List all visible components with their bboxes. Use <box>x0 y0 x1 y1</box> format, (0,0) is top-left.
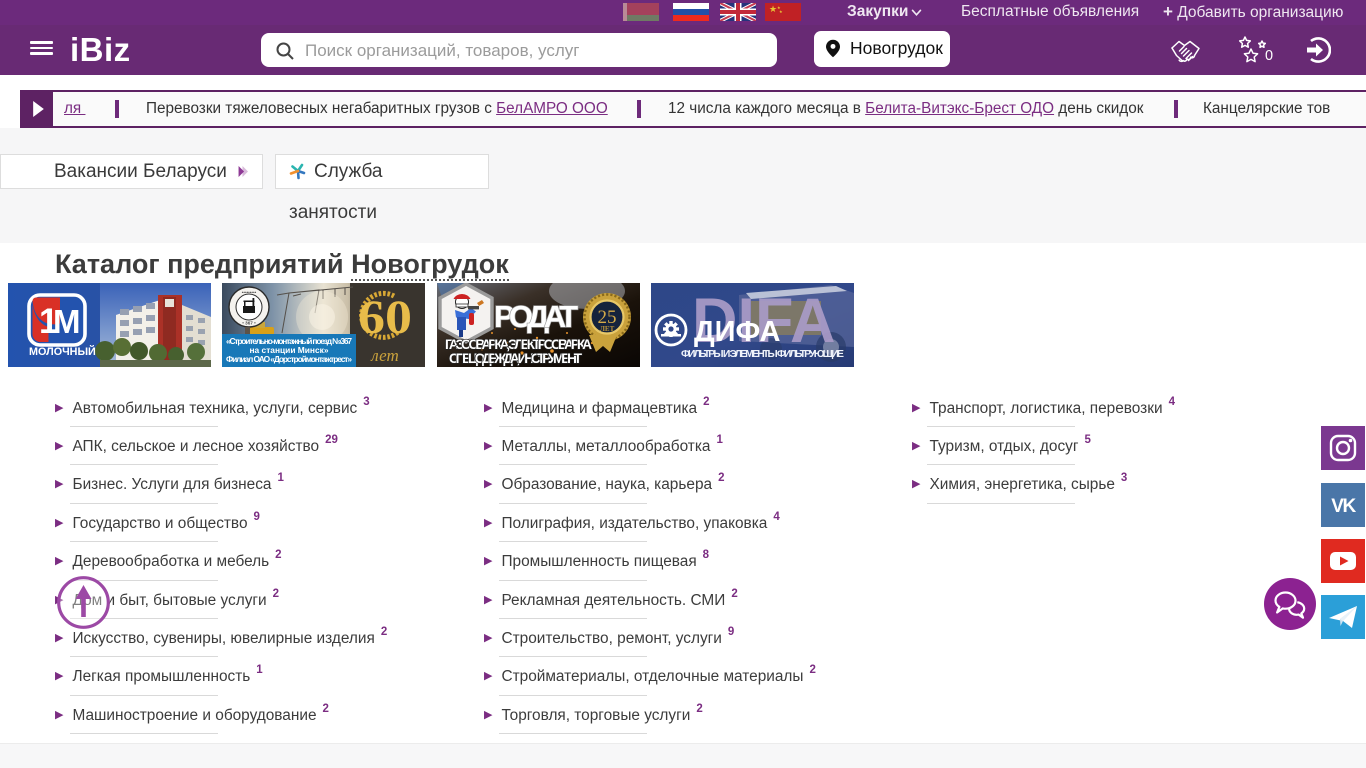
svg-text:Филиал ОАО «Дорстроймонтажтрес: Филиал ОАО «Дорстроймонтажтрест» <box>226 354 352 364</box>
svg-text:• 367 •: • 367 • <box>242 321 256 326</box>
svg-text:ГАЗОСВАРКА, ЭЛЕКТРОСВАРКА: ГАЗОСВАРКА, ЭЛЕКТРОСВАРКА <box>445 337 592 352</box>
svg-text:•••••••••: ••••••••• <box>242 290 257 295</box>
svg-text:★: ★ <box>769 4 777 14</box>
svg-text:ФИЛЬТРЫ И ЭЛЕМЕНТЫ ФИЛЬТРУЮЩИЕ: ФИЛЬТРЫ И ЭЛЕМЕНТЫ ФИЛЬТРУЮЩИЕ <box>681 349 844 360</box>
svg-text:РОДАТ: РОДАТ <box>494 299 578 334</box>
svg-text:МОЛОЧНЫЙ: МОЛОЧНЫЙ <box>29 345 96 358</box>
svg-text:лет: лет <box>370 346 398 365</box>
svg-text:М: М <box>53 303 81 340</box>
svg-text:60: 60 <box>358 291 412 344</box>
svg-text:ЛЕТ: ЛЕТ <box>600 325 615 333</box>
svg-text:ДИФА: ДИФА <box>694 316 781 348</box>
svg-text:СПЕЦОДЕЖДА, ИНСТРУМЕНТ: СПЕЦОДЕЖДА, ИНСТРУМЕНТ <box>449 351 583 366</box>
svg-text:VK: VK <box>1331 496 1356 517</box>
svg-text:★: ★ <box>779 9 783 14</box>
